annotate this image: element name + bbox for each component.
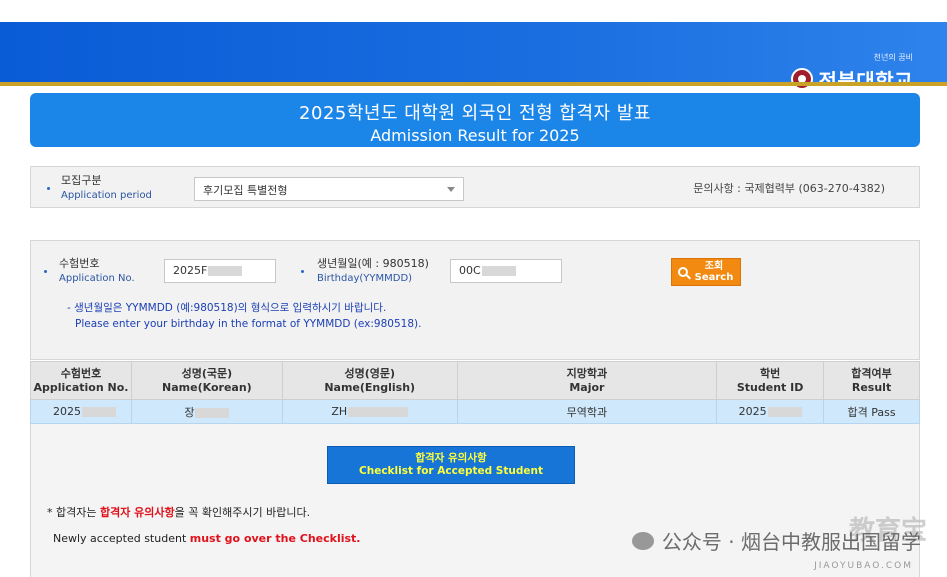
- checklist-button-label-ko: 합격자 유의사항: [415, 452, 487, 464]
- checklist-highlight-ko: 합격자 유의사항: [99, 506, 175, 519]
- table-row: 2025 장 ZH 무역학과 2025 합격 Pass: [30, 399, 920, 424]
- search-panel: 수험번호 Application No. 2025F 생년월일(예 : 9805…: [30, 240, 920, 360]
- period-select[interactable]: 후기모집 특별전형: [194, 177, 464, 201]
- birthday-input[interactable]: 00C: [450, 259, 562, 283]
- logo-tagline: 천년의 꿈비: [873, 53, 913, 62]
- checklist-highlight-en: must go over the Checklist.: [189, 532, 361, 545]
- contact-info: 문의사항 : 국제협력부 (063-270-4382): [693, 182, 885, 195]
- checklist-button-label-en: Checklist for Accepted Student: [359, 465, 543, 477]
- page: 천년의 꿈비 전북대학교 2025학년도 대학원 외국인 전형 합격자 발표 A…: [0, 0, 947, 577]
- watermark: 公众号 · 烟台中教服出国留学: [631, 526, 921, 555]
- wechat-icon: [631, 531, 654, 550]
- search-button[interactable]: 조회 Search: [671, 258, 741, 286]
- watermark-text: 公众号 · 烟台中教服出国留学: [661, 530, 921, 554]
- search-button-label: 조회 Search: [688, 261, 740, 283]
- header-stripe: [0, 82, 947, 86]
- site-header: 천년의 꿈비 전북대학교: [0, 22, 947, 93]
- cell-name-english: ZH: [281, 399, 458, 424]
- title-banner: 2025학년도 대학원 외국인 전형 합격자 발표 Admission Resu…: [30, 93, 920, 147]
- cell-major: 무역학과: [456, 399, 718, 424]
- footer-note-ko: * 합격자는 합격자 유의사항을 꼭 확인해주시기 바랍니다.: [47, 506, 311, 519]
- checklist-button[interactable]: 합격자 유의사항 Checklist for Accepted Student: [327, 446, 575, 484]
- bullet-icon: [301, 270, 304, 273]
- birthday-format-note-en: Please enter your birthday in the format…: [75, 318, 422, 330]
- watermark-brand-sub: JIAOYUBAO.COM: [814, 561, 913, 571]
- search-icon: [678, 267, 688, 277]
- app-no-label-en: Application No.: [59, 273, 135, 284]
- col-header-name-english: 성명(영문) Name(English): [281, 361, 458, 400]
- cell-application-no: 2025: [30, 399, 132, 424]
- application-no-input[interactable]: 2025F: [164, 259, 276, 283]
- col-header-application-no: 수험번호 Application No.: [30, 361, 132, 400]
- redacted-mask: [208, 266, 243, 276]
- cell-name-korean: 장: [130, 399, 283, 424]
- period-label-ko: 모집구분: [61, 174, 102, 187]
- application-no-value: 2025F: [173, 264, 208, 277]
- period-label-en: Application period: [61, 190, 152, 201]
- bullet-icon: [47, 187, 50, 190]
- university-emblem-icon: [790, 68, 813, 90]
- period-panel: 모집구분 Application period 후기모집 특별전형 문의사항 :…: [30, 166, 920, 208]
- cell-student-id: 2025: [716, 399, 825, 424]
- footer-note-en: Newly accepted student must go over the …: [53, 532, 361, 545]
- app-no-label-ko: 수험번호: [59, 257, 100, 270]
- col-header-student-id: 학번 Student ID: [716, 361, 825, 400]
- birthday-label-ko: 생년월일(예 : 980518): [317, 257, 429, 270]
- col-header-name-korean: 성명(국문) Name(Korean): [130, 361, 283, 400]
- bullet-icon: [44, 270, 47, 273]
- period-select-value: 후기모집 특별전형: [203, 184, 288, 197]
- university-name: 전북대학교: [818, 68, 913, 93]
- redacted-mask: [348, 407, 409, 417]
- banner-title-ko: 2025학년도 대학원 외국인 전형 합격자 발표: [299, 103, 651, 124]
- redacted-mask: [82, 407, 116, 417]
- table-header-row: 수험번호 Application No. 성명(국문) Name(Korean) 성…: [30, 361, 920, 400]
- col-header-result: 합격여부 Result: [823, 361, 920, 400]
- redacted-mask: [195, 407, 230, 418]
- search-button-label-en: Search: [694, 272, 734, 283]
- search-button-label-ko: 조회: [704, 261, 724, 272]
- chevron-down-icon: [447, 187, 455, 192]
- birthday-label-en: Birthday(YYMMDD): [317, 273, 413, 284]
- university-logo[interactable]: 천년의 꿈비 전북대학교: [790, 53, 913, 94]
- birthday-value: 00C: [459, 264, 481, 277]
- birthday-format-note-ko: - 생년월일은 YYMMDD (예:980518)의 형식으로 입력하시기 바랍…: [67, 302, 387, 314]
- banner-title-en: Admission Result for 2025: [370, 126, 580, 145]
- cell-result: 합격 Pass: [823, 399, 920, 424]
- result-table: 수험번호 Application No. 성명(국문) Name(Korean) 성…: [30, 361, 920, 424]
- redacted-mask: [481, 266, 516, 276]
- redacted-mask: [767, 407, 802, 417]
- col-header-major: 지망학과 Major: [456, 361, 718, 400]
- top-bar: [0, 0, 947, 22]
